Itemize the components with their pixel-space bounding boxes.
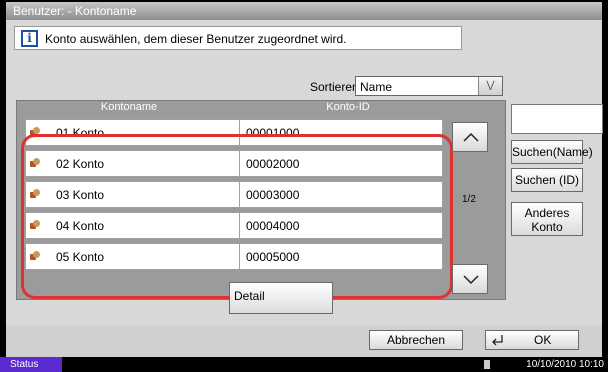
status-bar: Status 10/10/2010 10:10 — [0, 357, 608, 372]
table-row[interactable]: 02 Konto 00002000 — [25, 150, 443, 177]
search-name-button[interactable]: Suchen(Name) — [511, 140, 593, 164]
search-id-button[interactable]: Suchen (ID) — [511, 168, 583, 192]
column-header-name[interactable]: Kontoname — [17, 101, 241, 113]
account-id: 00002000 — [246, 157, 300, 171]
account-rows: 01 Konto 00001000 02 Konto 00002000 03 K… — [25, 119, 443, 279]
detail-button[interactable]: Detail — [229, 282, 333, 314]
ok-label: OK — [534, 333, 552, 347]
table-row[interactable]: 01 Konto 00001000 — [25, 119, 443, 146]
main-panel: i Konto auswählen, dem dieser Benutzer z… — [6, 20, 603, 357]
bottom-action-bar: Abbrechen OK — [6, 325, 602, 357]
account-id: 00001000 — [246, 126, 300, 140]
account-name-cell: 01 Konto — [26, 120, 240, 145]
datetime: 10/10/2010 10:10 — [526, 359, 604, 370]
enter-icon — [492, 335, 503, 346]
account-id-cell: 00001000 — [242, 120, 442, 145]
account-icon — [30, 127, 40, 137]
table-row[interactable]: 05 Konto 00005000 — [25, 243, 443, 270]
account-icon — [30, 220, 40, 230]
ok-button[interactable]: OK — [485, 330, 579, 350]
account-name: 04 Konto — [56, 219, 105, 233]
screen: Benutzer: - Kontoname i Konto auswählen,… — [0, 0, 608, 357]
document-icon — [484, 360, 490, 369]
account-id-cell: 00004000 — [242, 213, 442, 238]
page-indicator: 1/2 — [462, 194, 476, 205]
account-id: 00003000 — [246, 188, 300, 202]
window-title: Benutzer: - Kontoname — [6, 2, 602, 20]
search-input[interactable] — [511, 104, 603, 134]
account-list: Kontoname Konto-ID 01 Konto 00001000 02 — [16, 100, 506, 300]
info-text: Konto auswählen, dem dieser Benutzer zug… — [45, 32, 347, 46]
account-name: 03 Konto — [56, 188, 105, 202]
table-row[interactable]: 03 Konto 00003000 — [25, 181, 443, 208]
cancel-button[interactable]: Abbrechen — [369, 330, 463, 350]
sort-value: Name — [360, 80, 393, 94]
account-id: 00004000 — [246, 219, 300, 233]
chevron-down-icon[interactable]: ⋁ — [478, 77, 502, 95]
account-name-cell: 04 Konto — [26, 213, 240, 238]
table-row[interactable]: 04 Konto 00004000 — [25, 212, 443, 239]
chevron-up-icon — [463, 132, 479, 142]
account-icon — [30, 158, 40, 168]
sort-select[interactable]: Name ⋁ — [355, 76, 503, 96]
account-name-cell: 03 Konto — [26, 182, 240, 207]
account-name-cell: 02 Konto — [26, 151, 240, 176]
status-button[interactable]: Status — [0, 357, 62, 372]
account-name: 05 Konto — [56, 250, 105, 264]
sort-label: Sortieren — [310, 80, 359, 94]
account-icon — [30, 189, 40, 199]
account-name: 01 Konto — [56, 126, 105, 140]
account-name-cell: 05 Konto — [26, 244, 240, 269]
account-id-cell: 00003000 — [242, 182, 442, 207]
account-id-cell: 00002000 — [242, 151, 442, 176]
account-id: 00005000 — [246, 250, 300, 264]
other-account-button[interactable]: Anderes Konto — [511, 202, 583, 236]
scroll-down-button[interactable] — [452, 264, 488, 294]
account-id-cell: 00005000 — [242, 244, 442, 269]
chevron-down-icon — [463, 275, 479, 285]
column-header-id[interactable]: Konto-ID — [243, 101, 453, 113]
account-name: 02 Konto — [56, 157, 105, 171]
scroll-up-button[interactable] — [452, 122, 488, 152]
info-icon: i — [21, 30, 38, 47]
info-message: i Konto auswählen, dem dieser Benutzer z… — [14, 26, 462, 50]
account-icon — [30, 251, 40, 261]
